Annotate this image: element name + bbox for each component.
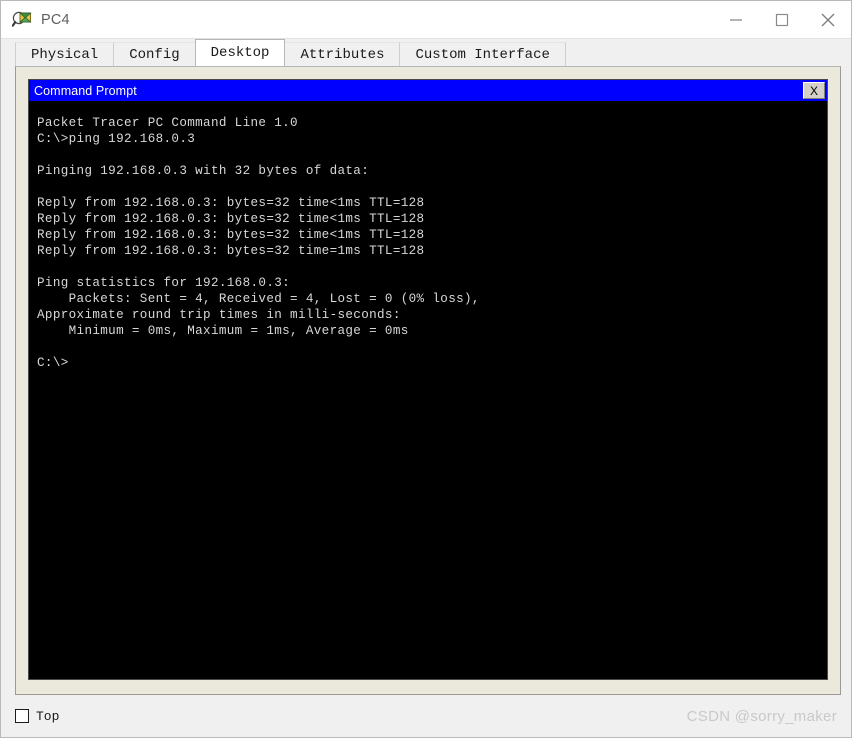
packet-tracer-pc-icon xyxy=(11,10,32,30)
tab-desktop[interactable]: Desktop xyxy=(194,39,286,66)
window-controls xyxy=(713,1,851,38)
close-button[interactable] xyxy=(805,1,851,38)
command-prompt-title-bar: Command Prompt X xyxy=(29,80,827,101)
device-tabs: Physical Config Desktop Attributes Custo… xyxy=(1,39,851,66)
window-title: PC4 xyxy=(41,11,70,28)
top-checkbox-group[interactable]: Top xyxy=(15,709,59,724)
tab-config[interactable]: Config xyxy=(113,42,196,66)
command-prompt-close-button[interactable]: X xyxy=(803,82,825,99)
pc-device-window: PC4 Physical Config Desktop Attributes C… xyxy=(0,0,852,738)
top-checkbox[interactable] xyxy=(15,709,29,723)
window-title-bar: PC4 xyxy=(1,1,851,39)
desktop-panel: Command Prompt X Packet Tracer PC Comman… xyxy=(15,66,841,695)
top-checkbox-label: Top xyxy=(36,708,60,724)
tab-physical[interactable]: Physical xyxy=(15,42,115,66)
maximize-button[interactable] xyxy=(759,1,805,38)
minimize-button[interactable] xyxy=(713,1,759,38)
tab-custom-interface[interactable]: Custom Interface xyxy=(399,42,566,66)
watermark-text: CSDN @sorry_maker xyxy=(686,707,837,725)
footer-bar: Top CSDN @sorry_maker xyxy=(1,695,851,737)
terminal-area[interactable]: Packet Tracer PC Command Line 1.0 C:\>pi… xyxy=(29,101,827,679)
command-prompt-window: Command Prompt X Packet Tracer PC Comman… xyxy=(28,79,828,680)
tab-attributes[interactable]: Attributes xyxy=(284,42,401,66)
terminal-output: Packet Tracer PC Command Line 1.0 C:\>pi… xyxy=(37,116,480,370)
command-prompt-title: Command Prompt xyxy=(34,83,137,98)
